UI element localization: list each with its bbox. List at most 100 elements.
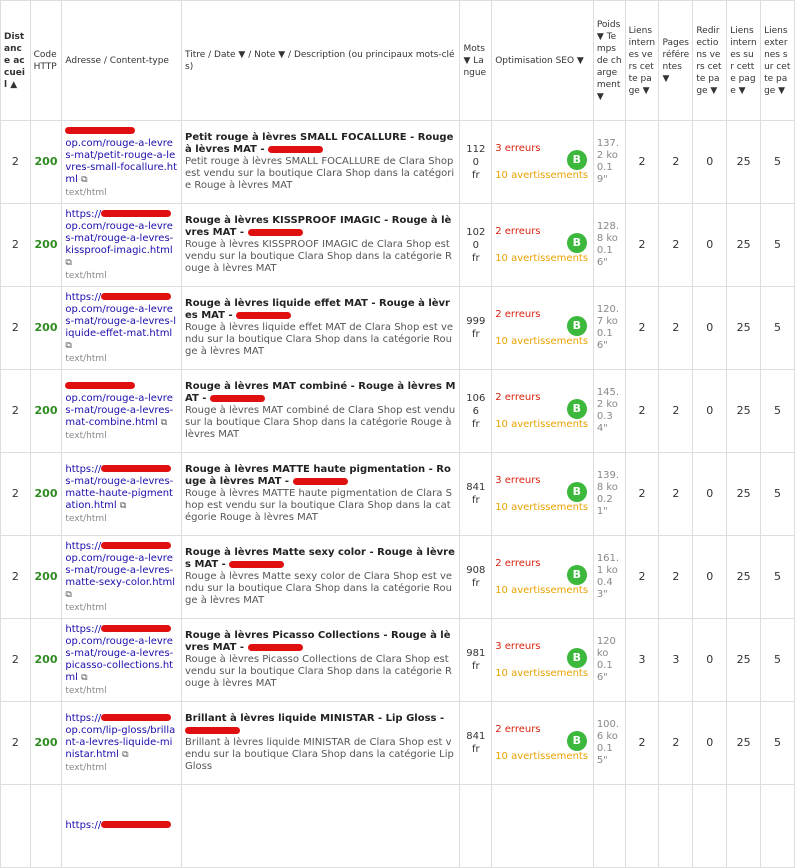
http-code-cell — [29, 784, 63, 868]
distance-cell: 2 — [0, 452, 31, 536]
weight-cell: 137.2 ko 0.19" — [592, 120, 626, 204]
external-link-icon[interactable]: ⧉ — [122, 750, 128, 760]
internal-links-on-cell: 25 — [726, 618, 762, 702]
external-link-icon[interactable]: ⧉ — [81, 673, 87, 683]
seo-warnings[interactable]: 10 avertissements — [495, 501, 590, 514]
header-code[interactable]: Code HTTP — [29, 0, 63, 121]
header-pages-ref[interactable]: Pages référentes ▼ — [658, 0, 694, 121]
content-type: text/html — [65, 430, 107, 441]
external-link-icon[interactable]: ⧉ — [120, 501, 126, 511]
external-links-cell: 5 — [760, 369, 795, 453]
external-links-cell: 5 — [760, 286, 795, 370]
seo-warnings[interactable]: 10 avertissements — [495, 169, 590, 182]
word-count-cell: 841 fr — [459, 701, 493, 785]
external-links-cell: 5 — [760, 452, 795, 536]
header-distance[interactable]: Distance accueil ▲ — [0, 0, 31, 121]
address-cell: https://s-mat/rouge-a-levres-matte-haute… — [61, 452, 183, 536]
page-description: Rouge à lèvres liquide effet MAT de Clar… — [185, 322, 454, 357]
seo-cell: 2 erreurs 10 avertissements B — [491, 286, 594, 370]
address-cell: https://op.com/rouge-a-levres-mat/rouge-… — [61, 618, 183, 702]
crawl-results-table: Distance accueil ▲ Code HTTP Adresse / C… — [0, 0, 795, 868]
referring-pages-cell: 3 — [658, 618, 694, 702]
seo-grade-badge: B — [566, 648, 587, 668]
word-count-cell: 908 fr — [459, 535, 493, 619]
seo-warnings[interactable]: 10 avertissements — [495, 335, 590, 348]
seo-cell: 2 erreurs 10 avertissements B — [491, 203, 594, 287]
distance-cell — [0, 784, 31, 868]
redaction-mark — [65, 382, 136, 389]
http-code-cell: 200 — [29, 203, 63, 287]
redaction-mark — [101, 821, 172, 828]
content-type: text/html — [65, 762, 107, 773]
header-liens-int[interactable]: Liens internes sur cette page ▼ — [726, 0, 762, 121]
url-prefix: https:// — [65, 819, 102, 831]
url-text: op.com/rouge-a-levres-mat/rouge-a-levres… — [65, 392, 174, 428]
seo-cell: 2 erreurs 10 avertissements B — [491, 701, 594, 785]
internal-links-on-cell: 25 — [726, 452, 762, 536]
weight-cell: 120 ko 0.16" — [592, 618, 626, 702]
seo-warnings[interactable]: 10 avertissements — [495, 750, 590, 763]
page-title: Rouge à lèvres Picasso Collections - Rou… — [185, 630, 451, 653]
internal-links-to-cell: 2 — [624, 535, 660, 619]
page-url-link[interactable]: https:// — [65, 819, 172, 831]
external-link-icon[interactable]: ⧉ — [161, 418, 167, 428]
external-link-icon[interactable]: ⧉ — [65, 341, 71, 351]
redaction-mark — [292, 477, 348, 485]
redirects-cell: 0 — [692, 203, 728, 287]
content-type: text/html — [65, 513, 107, 524]
external-link-icon[interactable]: ⧉ — [65, 590, 71, 600]
page-url-link[interactable]: https://op.com/rouge-a-levres-mat/rouge-… — [65, 209, 173, 256]
url-prefix: https:// — [65, 623, 102, 635]
external-link-icon[interactable]: ⧉ — [65, 258, 71, 268]
address-cell: https:// — [61, 784, 183, 868]
header-redir[interactable]: Redirections vers cette page ▼ — [692, 0, 728, 121]
header-liens-ext[interactable]: Liens externes sur cette page ▼ — [760, 0, 795, 121]
redaction-mark — [247, 228, 303, 236]
table-row: 2 200 https://op.com/rouge-a-levres-mat/… — [0, 286, 795, 370]
seo-warnings[interactable]: 10 avertissements — [495, 584, 590, 597]
seo-cell: 3 erreurs 10 avertissements B — [491, 618, 594, 702]
redaction-mark — [101, 210, 172, 217]
page-url-link[interactable]: op.com/rouge-a-levres-mat/rouge-a-levres… — [65, 381, 173, 428]
content-type: text/html — [65, 685, 107, 696]
content-type: text/html — [65, 602, 107, 613]
word-count-cell: 981 fr — [459, 618, 493, 702]
seo-grade-badge: B — [566, 316, 587, 336]
header-mots[interactable]: Mots ▼ Langue — [459, 0, 493, 121]
page-description: Rouge à lèvres Picasso Collections de Cl… — [185, 654, 452, 689]
title-cell: Rouge à lèvres MATTE haute pigmentation … — [181, 452, 461, 536]
external-links-cell: 5 — [760, 618, 795, 702]
table-row: https:// — [0, 784, 795, 868]
table-row: 2 200 https://op.com/lip-gloss/brillant-… — [0, 701, 795, 785]
title-cell: Rouge à lèvres MAT combiné - Rouge à lèv… — [181, 369, 461, 453]
weight-cell: 100.6 ko 0.15" — [592, 701, 626, 785]
header-title[interactable]: Titre / Date ▼ / Note ▼ / Description (o… — [181, 0, 461, 121]
referring-pages-cell: 2 — [658, 535, 694, 619]
page-title: Rouge à lèvres liquide effet MAT - Rouge… — [185, 298, 450, 321]
page-description: Brillant à lèvres liquide MINISTAR de Cl… — [185, 737, 454, 772]
header-seo[interactable]: Optimisation SEO ▼ — [491, 0, 594, 121]
redaction-mark — [101, 465, 172, 472]
word-count-cell: 841 fr — [459, 452, 493, 536]
referring-pages-cell: 2 — [658, 120, 694, 204]
page-url-link[interactable]: https://op.com/rouge-a-levres-mat/rouge-… — [65, 292, 176, 339]
distance-cell: 2 — [0, 618, 31, 702]
header-poids[interactable]: Poids ▼ Temps de chargement ▼ — [592, 0, 626, 121]
seo-grade-badge: B — [566, 150, 587, 170]
title-cell: Rouge à lèvres liquide effet MAT - Rouge… — [181, 286, 461, 370]
redirects-cell — [692, 784, 728, 868]
internal-links-on-cell: 25 — [726, 203, 762, 287]
word-count-cell: 1020 fr — [459, 203, 493, 287]
page-url-link[interactable]: https://op.com/rouge-a-levres-mat/rouge-… — [65, 541, 175, 588]
redirects-cell: 0 — [692, 701, 728, 785]
internal-links-on-cell: 25 — [726, 369, 762, 453]
header-liens-vers[interactable]: Liens internes vers cette page ▼ — [624, 0, 660, 121]
header-address[interactable]: Adresse / Content-type — [61, 0, 183, 121]
seo-warnings[interactable]: 10 avertissements — [495, 667, 590, 680]
seo-warnings[interactable]: 10 avertissements — [495, 252, 590, 265]
external-link-icon[interactable]: ⧉ — [81, 175, 87, 185]
seo-warnings[interactable]: 10 avertissements — [495, 418, 590, 431]
table-row: 2 200 https://op.com/rouge-a-levres-mat/… — [0, 203, 795, 287]
page-url-link[interactable]: https://op.com/lip-gloss/brillant-a-levr… — [65, 713, 175, 760]
http-code-cell: 200 — [29, 535, 63, 619]
